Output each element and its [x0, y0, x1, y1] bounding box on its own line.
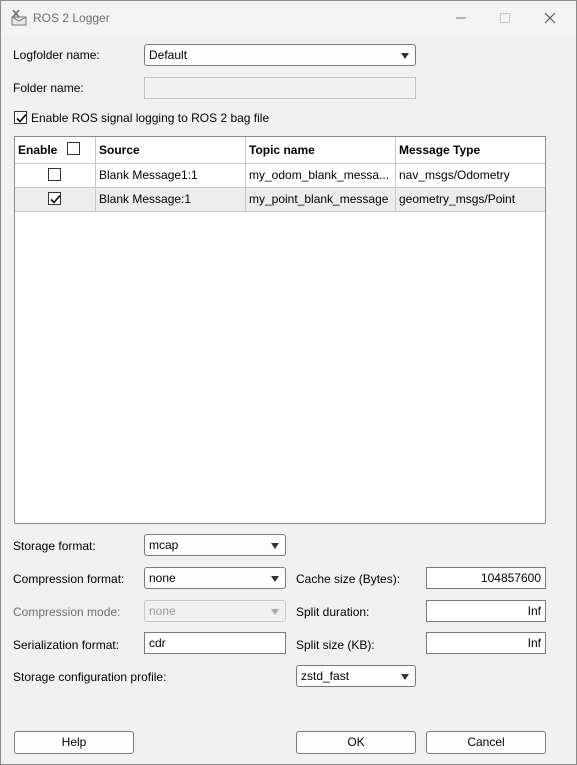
cancel-button[interactable]: Cancel [426, 731, 546, 754]
ok-button[interactable]: OK [296, 731, 416, 754]
table-row[interactable]: Blank Message:1 my_point_blank_message g… [15, 188, 545, 212]
cache-size-field[interactable]: 104857600 [426, 567, 546, 589]
split-size-label: Split size (KB): [296, 638, 375, 652]
chevron-down-icon [271, 543, 279, 549]
logfolder-name-value: Default [149, 48, 188, 62]
storage-profile-value: zstd_fast [301, 669, 350, 683]
folder-name-label: Folder name: [13, 81, 84, 95]
storage-profile-label: Storage configuration profile: [13, 670, 167, 684]
enable-all-checkbox[interactable] [67, 142, 80, 155]
window-title: ROS 2 Logger [33, 11, 110, 25]
serialization-format-label: Serialization format: [13, 638, 120, 652]
chevron-down-icon [401, 674, 409, 680]
serialization-format-field[interactable]: cdr [144, 632, 286, 654]
compression-format-dropdown[interactable]: none [144, 567, 286, 589]
folder-name-field [144, 77, 416, 99]
logger-icon [10, 8, 28, 26]
title-bar[interactable]: ROS 2 Logger [1, 1, 576, 35]
header-message-type: Message Type [399, 143, 481, 157]
chevron-down-icon [271, 609, 279, 615]
maximize-icon[interactable] [494, 7, 516, 29]
table-row[interactable]: Blank Message1:1 my_odom_blank_messa... … [15, 164, 545, 188]
compression-mode-value: none [149, 604, 176, 618]
row-topic-name: my_point_blank_message [246, 188, 396, 211]
compression-format-value: none [149, 571, 176, 585]
split-size-field[interactable]: Inf [426, 632, 546, 654]
row-source: Blank Message1:1 [96, 164, 246, 187]
minimize-icon[interactable] [450, 7, 472, 29]
signal-table: Enable Source Topic name Message Type Bl… [14, 136, 546, 524]
chevron-down-icon [271, 576, 279, 582]
storage-format-label: Storage format: [13, 539, 96, 553]
split-duration-label: Split duration: [296, 605, 370, 619]
split-duration-field[interactable]: Inf [426, 600, 546, 622]
header-topic-name: Topic name [246, 137, 396, 163]
row-enable-cell [15, 164, 96, 187]
close-icon[interactable] [539, 7, 561, 29]
ros2-logger-window: ROS 2 Logger Logfolder name: Default Fol… [0, 0, 577, 765]
storage-format-dropdown[interactable]: mcap [144, 534, 286, 556]
logfolder-name-dropdown[interactable]: Default [144, 44, 416, 66]
enable-logging-label: Enable ROS signal logging to ROS 2 bag f… [31, 111, 270, 125]
table-header: Enable Source Topic name Message Type [15, 137, 545, 164]
row-enable-checkbox[interactable] [48, 168, 61, 181]
help-button[interactable]: Help [14, 731, 134, 754]
storage-format-value: mcap [149, 538, 179, 552]
row-enable-checkbox[interactable] [48, 192, 61, 205]
header-source: Source [96, 137, 246, 163]
chevron-down-icon [401, 53, 409, 59]
compression-format-label: Compression format: [13, 572, 125, 586]
logfolder-name-label: Logfolder name: [13, 48, 100, 62]
compression-mode-label: Compression mode: [13, 605, 121, 619]
compression-mode-dropdown: none [144, 600, 286, 622]
row-source: Blank Message:1 [96, 188, 246, 211]
row-message-type: nav_msgs/Odometry [399, 168, 510, 182]
enable-logging-checkbox[interactable] [14, 111, 27, 124]
storage-profile-dropdown[interactable]: zstd_fast [296, 665, 416, 687]
cache-size-label: Cache size (Bytes): [296, 572, 401, 586]
row-topic-name: my_odom_blank_messa... [246, 164, 396, 187]
row-message-type: geometry_msgs/Point [399, 192, 516, 206]
header-enable: Enable [15, 137, 96, 163]
row-enable-cell [15, 188, 96, 211]
